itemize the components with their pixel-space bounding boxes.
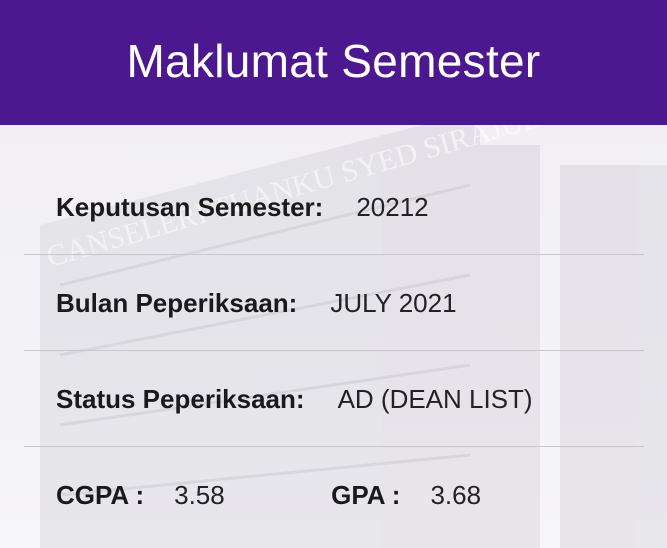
gpa-label: GPA :: [331, 479, 401, 510]
status-peperiksaan-label: Status Peperiksaan:: [56, 383, 305, 414]
page-title: Maklumat Semester: [126, 34, 541, 87]
row-grades: CGPA : 3.58 GPA : 3.68: [24, 447, 644, 543]
bulan-peperiksaan-label: Bulan Peperiksaan:: [56, 287, 298, 318]
keputusan-semester-label: Keputusan Semester:: [56, 191, 324, 222]
gpa-value: 3.68: [430, 479, 482, 510]
status-peperiksaan-value: AD (DEAN LIST): [337, 383, 533, 414]
keputusan-semester-value: 20212: [356, 191, 429, 222]
row-bulan-peperiksaan: Bulan Peperiksaan: JULY 2021: [24, 255, 644, 351]
bulan-peperiksaan-value: JULY 2021: [330, 287, 457, 318]
cgpa-label: CGPA :: [56, 479, 145, 510]
semester-info-panel: CANSELERI TUANKU SYED SIRAJUDDIN Keputus…: [0, 125, 667, 548]
cgpa-value: 3.58: [174, 479, 225, 510]
row-keputusan-semester: Keputusan Semester: 20212: [24, 159, 644, 255]
app-header: Maklumat Semester: [0, 0, 667, 125]
row-status-peperiksaan: Status Peperiksaan: AD (DEAN LIST): [24, 351, 644, 447]
